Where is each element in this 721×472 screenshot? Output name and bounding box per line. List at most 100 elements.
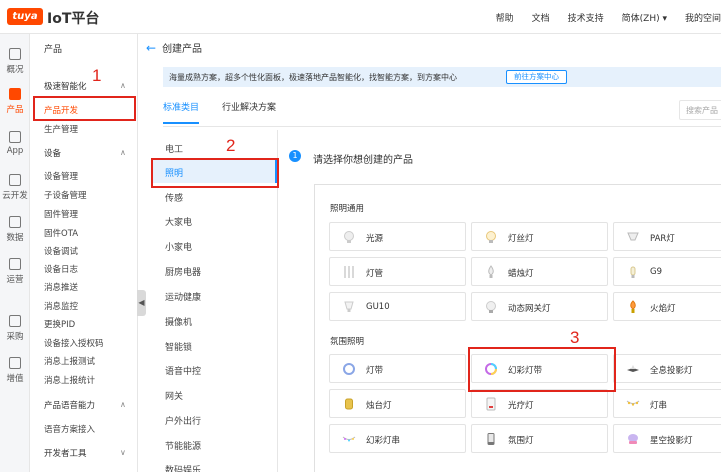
divider [163, 126, 721, 127]
product-card[interactable]: 光疗灯 [471, 389, 608, 418]
category-item[interactable]: 智能锁 [165, 340, 192, 353]
product-card[interactable]: 蜡烛灯 [471, 257, 608, 286]
docs-link[interactable]: 文档 [532, 11, 550, 24]
product-card[interactable]: 动态网关灯 [471, 292, 608, 321]
annotation-box-rgb-strip [468, 347, 616, 392]
product-name: 蜡烛灯 [508, 269, 534, 279]
purchase-icon [9, 315, 21, 327]
icon-rail: 概况 产品 App 云开发 数据 运营 采购 增值 [0, 34, 30, 472]
menu-item-auth-code[interactable]: 设备接入授权码 [44, 337, 104, 349]
rail-item-operation[interactable]: 运营 [0, 258, 30, 285]
menu-item-report-test[interactable]: 消息上报测试 [44, 355, 95, 367]
product-name: 光源 [366, 234, 384, 244]
menu-group-dev-tools[interactable]: 开发者工具 [44, 447, 87, 459]
product-name: 灯丝灯 [508, 234, 534, 244]
annotation-box-lighting [151, 158, 279, 188]
product-card[interactable]: 灯串 [613, 389, 721, 418]
annotation-number: 1 [92, 66, 102, 85]
category-item[interactable]: 厨房电器 [165, 265, 201, 278]
menu-group-device[interactable]: 设备 [44, 147, 61, 159]
menu-item-firmware[interactable]: 固件管理 [44, 208, 78, 220]
menu-item-ota[interactable]: 固件OTA [44, 227, 78, 239]
chevron-up-icon[interactable]: ∧ [120, 148, 126, 157]
rail-item-overview[interactable]: 概况 [0, 48, 30, 75]
search-input[interactable]: 搜索产品 [679, 100, 721, 120]
collapse-sidebar-handle[interactable]: ◀ [137, 290, 146, 316]
category-item[interactable]: 数码娱乐 [165, 463, 201, 472]
chevron-up-icon[interactable]: ∧ [120, 81, 126, 90]
rail-item-app[interactable]: App [0, 131, 30, 156]
menu-group-fast-smart[interactable]: 极速智能化 [44, 80, 87, 92]
language-select[interactable]: 简体(ZH) ▾ [622, 11, 667, 24]
category-item[interactable]: 节能能源 [165, 439, 201, 452]
section-title: 照明通用 [330, 204, 365, 214]
section-title: 氛围照明 [330, 337, 365, 347]
chevron-up-icon[interactable]: ∧ [120, 400, 126, 409]
menu-item-voice-access[interactable]: 语音方案接入 [44, 423, 95, 435]
tab-standard-category[interactable]: 标准类目 [163, 100, 200, 124]
menu-item-device-mgmt[interactable]: 设备管理 [44, 170, 78, 182]
menu-title: 产品 [44, 45, 63, 55]
menu-item-push[interactable]: 消息推送 [44, 281, 78, 293]
support-link[interactable]: 技术支持 [568, 11, 604, 24]
product-card[interactable]: PAR灯 [613, 222, 721, 251]
therapy-lamp-icon [486, 397, 496, 411]
back-arrow-icon[interactable]: ← [146, 41, 156, 55]
rail-item-product[interactable]: 产品 [0, 88, 30, 115]
menu-item-monitor[interactable]: 消息监控 [44, 300, 78, 312]
tab-industry-solution[interactable]: 行业解决方案 [222, 100, 276, 113]
product-card[interactable]: 灯管 [329, 257, 466, 286]
product-icon [9, 88, 21, 100]
product-card[interactable]: 火焰灯 [613, 292, 721, 321]
menu-item-production[interactable]: 生产管理 [44, 123, 78, 135]
menu-item-log[interactable]: 设备日志 [44, 263, 78, 275]
category-item[interactable]: 户外出行 [165, 414, 201, 427]
rail-item-purchase[interactable]: 采购 [0, 315, 30, 342]
ambient-lamp-icon [487, 433, 495, 445]
category-item[interactable]: 电工 [165, 142, 183, 155]
product-card[interactable]: 星空投影灯 [613, 424, 721, 453]
product-card[interactable]: G9 [613, 257, 721, 286]
step-title: 请选择你想创建的产品 [313, 155, 413, 166]
cloud-icon [9, 174, 21, 186]
product-card[interactable]: GU10 [329, 292, 466, 321]
hologram-projector-icon [627, 365, 639, 372]
category-item[interactable]: 传感 [165, 191, 183, 204]
app-icon [9, 131, 21, 143]
solution-center-button[interactable]: 前往方案中心 [506, 70, 567, 84]
chevron-down-icon[interactable]: ∨ [120, 448, 126, 457]
category-item[interactable]: 大家电 [165, 215, 192, 228]
my-space-link[interactable]: 我的空间 [685, 11, 721, 24]
product-card[interactable]: 氛围灯 [471, 424, 608, 453]
product-card[interactable]: 灯丝灯 [471, 222, 608, 251]
string-lights-icon [626, 400, 640, 406]
annotation-number: 3 [570, 328, 580, 347]
banner-text: 海量成熟方案，超多个性化面板，极速落地产品智能化，找智能方案，到方案中心 [169, 73, 457, 82]
tuya-logo[interactable]: tuya [7, 8, 43, 25]
menu-item-change-pid[interactable]: 更换PID [44, 318, 75, 330]
filament-bulb-icon [486, 231, 496, 243]
category-item[interactable]: 小家电 [165, 240, 192, 253]
rail-item-data[interactable]: 数据 [0, 216, 30, 243]
product-card[interactable]: 灯带 [329, 354, 466, 383]
menu-item-subdevice[interactable]: 子设备管理 [44, 189, 87, 201]
product-name: PAR灯 [650, 234, 675, 244]
light-strip-icon [343, 363, 355, 375]
product-card[interactable]: 幻彩灯串 [329, 424, 466, 453]
category-item[interactable]: 摄像机 [165, 315, 192, 328]
category-item[interactable]: 语音中控 [165, 364, 201, 377]
rail-item-value-added[interactable]: 增值 [0, 357, 30, 384]
platform-title: IoT平台 [47, 11, 100, 27]
category-item[interactable]: 网关 [165, 389, 183, 402]
main-content: ← 创建产品 海量成熟方案，超多个性化面板，极速落地产品智能化，找智能方案，到方案… [146, 34, 721, 472]
menu-item-report-stats[interactable]: 消息上报统计 [44, 374, 95, 386]
menu-item-debug[interactable]: 设备调试 [44, 245, 78, 257]
category-item[interactable]: 运动健康 [165, 290, 201, 303]
rail-item-cloud[interactable]: 云开发 [0, 174, 30, 201]
product-card[interactable]: 全息投影灯 [613, 354, 721, 383]
product-card[interactable]: 烛台灯 [329, 389, 466, 418]
product-card[interactable]: 光源 [329, 222, 466, 251]
product-name: 烛台灯 [366, 401, 392, 411]
help-link[interactable]: 帮助 [496, 11, 514, 24]
menu-group-voice[interactable]: 产品语音能力 [44, 399, 95, 411]
